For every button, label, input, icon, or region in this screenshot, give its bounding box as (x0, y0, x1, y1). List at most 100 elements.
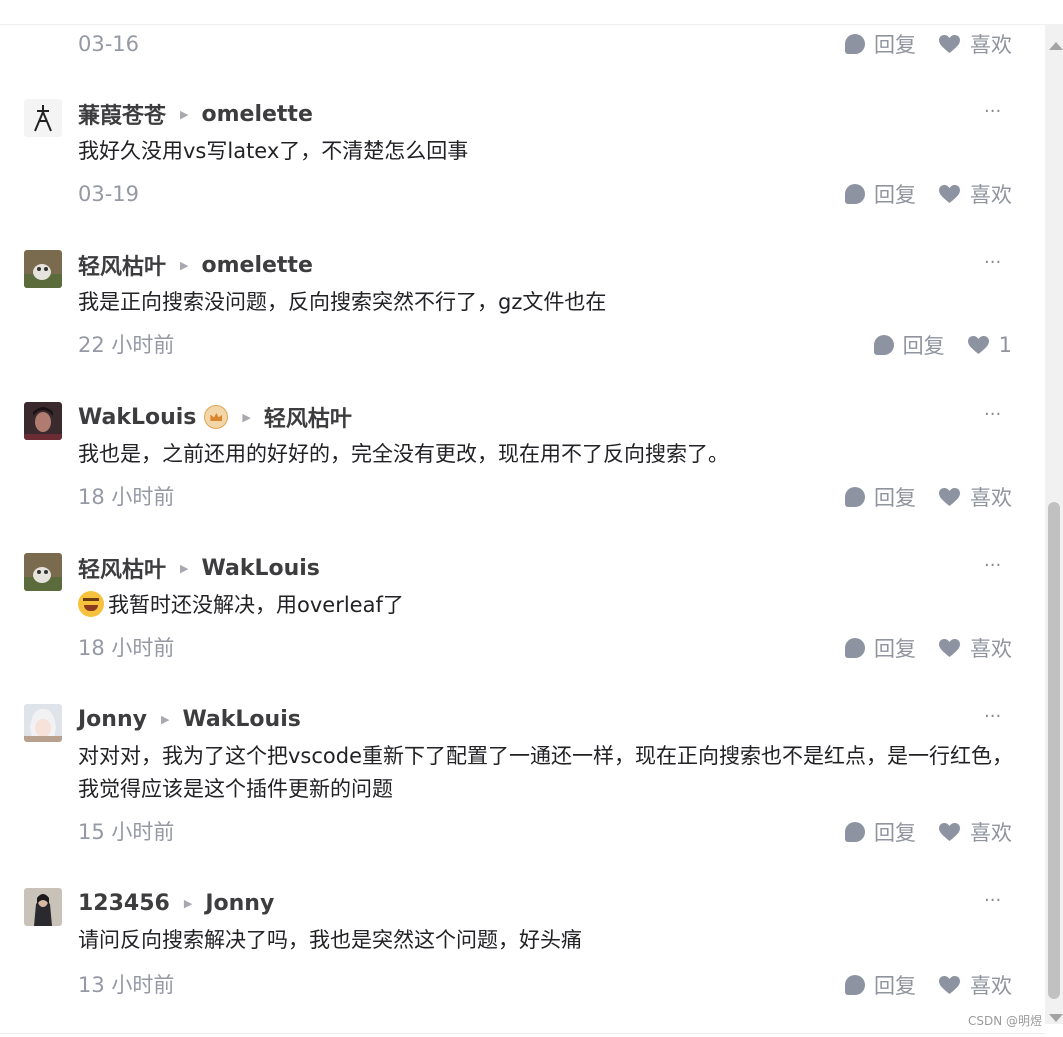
avatar[interactable] (24, 553, 62, 591)
like-button[interactable]: 1 (967, 333, 1012, 357)
reply-button[interactable]: 回复 (845, 633, 916, 663)
comment-bubble-icon (845, 822, 865, 842)
comment-time: 18 小时前 (78, 636, 175, 660)
comment-time: 18 小时前 (78, 485, 175, 509)
comment-time: 13 小时前 (78, 973, 175, 997)
avatar[interactable] (24, 250, 62, 288)
like-button[interactable]: 喜欢 (938, 633, 1012, 663)
reply-label: 回复 (874, 974, 916, 998)
avatar[interactable] (24, 704, 62, 742)
like-label: 喜欢 (970, 974, 1012, 998)
heart-icon (939, 638, 960, 658)
reply-button[interactable]: 回复 (845, 29, 916, 59)
like-label: 喜欢 (970, 486, 1012, 510)
reply-to-name[interactable]: Jonny (205, 891, 274, 916)
comment-bubble-icon (845, 34, 865, 54)
comment-header: 蒹葭苍苍 ▶ omelette (78, 98, 313, 130)
comment-text: 我好久没用vs写latex了，不清楚怎么回事 (78, 139, 469, 163)
reply-label: 回复 (874, 486, 916, 510)
reply-to-name[interactable]: 轻风枯叶 (264, 401, 352, 433)
reply-label: 回复 (874, 183, 916, 207)
reply-arrow-icon: ▶ (180, 258, 189, 272)
reply-to-name[interactable]: omelette (201, 253, 312, 278)
laughing-crying-emoji-icon (78, 591, 104, 617)
more-options-button[interactable]: ··· (984, 252, 1001, 273)
comment-time: 03-16 (78, 32, 140, 56)
scroll-down-arrow-icon[interactable] (1049, 1014, 1063, 1022)
author-name[interactable]: 轻风枯叶 (78, 552, 166, 584)
comment-text-body: 我暂时还没解决，用overleaf了 (108, 593, 404, 617)
reply-button[interactable]: 回复 (845, 179, 916, 209)
author-name[interactable]: 蒹葭苍苍 (78, 98, 166, 130)
comment-text: 我暂时还没解决，用overleaf了 (78, 589, 1018, 622)
comment-meta: 03-19 回复 喜欢 (0, 180, 1045, 208)
comment-text: 对对对，我为了这个把vscode重新下了配置了一通还一样，现在正向搜索也不是红点… (78, 744, 1014, 801)
csdn-watermark: CSDN @明煜 (968, 1014, 1043, 1028)
author-name[interactable]: 轻风枯叶 (78, 249, 166, 281)
comment-bubble-icon (845, 487, 865, 507)
comment-meta: 13 小时前 回复 喜欢 (0, 971, 1045, 999)
heart-icon (967, 335, 989, 355)
vip-badge-icon (204, 405, 229, 429)
reply-to-name[interactable]: omelette (201, 102, 312, 127)
heart-icon (939, 34, 960, 54)
reply-arrow-icon: ▶ (180, 107, 189, 121)
more-options-button[interactable]: ··· (984, 890, 1001, 911)
comment-bubble-icon (845, 184, 865, 204)
author-name[interactable]: WakLouis (78, 405, 196, 430)
reply-label: 回复 (874, 637, 916, 661)
comment-header: 轻风枯叶 ▶ omelette (78, 249, 313, 281)
more-options-button[interactable]: ··· (984, 101, 1001, 122)
like-label: 喜欢 (970, 183, 1012, 207)
comment-text: 我是正向搜索没问题，反向搜索突然不行了，gz文件也在 (78, 290, 607, 314)
reply-arrow-icon: ▶ (180, 561, 189, 575)
reply-button[interactable]: 回复 (845, 817, 916, 847)
author-name[interactable]: Jonny (78, 707, 147, 732)
comment-text: 请问反向搜索解决了吗，我也是突然这个问题，好头痛 (78, 928, 582, 952)
comment-text: 我也是，之前还用的好好的，完全没有更改，现在用不了反向搜索了。 (78, 442, 729, 466)
reply-button[interactable]: 回复 (845, 970, 916, 1000)
comment-header: Jonny ▶ WakLouis (78, 704, 301, 734)
comment-bubble-icon (845, 975, 865, 995)
author-name[interactable]: 123456 (78, 891, 170, 916)
reply-button[interactable]: 回复 (845, 482, 916, 512)
reply-to-name[interactable]: WakLouis (182, 707, 300, 732)
comment-time: 03-19 (78, 182, 140, 206)
comment-header: WakLouis ▶ 轻风枯叶 (78, 401, 352, 433)
more-options-button[interactable]: ··· (984, 404, 1001, 425)
like-button[interactable]: 喜欢 (938, 179, 1012, 209)
comment-time: 22 小时前 (78, 333, 175, 357)
reply-arrow-icon: ▶ (183, 896, 193, 910)
avatar[interactable] (24, 402, 62, 440)
reply-arrow-icon: ▶ (242, 410, 251, 424)
previous-comment-meta: 03-16 回复 喜欢 (0, 29, 1045, 59)
comment-header: 123456 ▶ Jonny (78, 888, 274, 918)
comment-time: 15 小时前 (78, 820, 175, 844)
reply-button[interactable]: 回复 (873, 330, 945, 360)
comment-feed: 03-16 回复 喜欢 蒹葭苍苍 ▶ omelette ··· 我好久没用vs写… (0, 0, 1045, 1037)
avatar[interactable] (24, 888, 62, 926)
like-count: 1 (998, 333, 1012, 357)
comment-meta: 18 小时前 回复 喜欢 (0, 634, 1045, 662)
reply-label: 回复 (874, 821, 916, 845)
reply-to-name[interactable]: WakLouis (201, 556, 319, 581)
comment-bubble-icon (873, 335, 894, 355)
comment-meta: 18 小时前 回复 喜欢 (0, 483, 1045, 511)
like-button[interactable]: 喜欢 (938, 970, 1012, 1000)
more-options-button[interactable]: ··· (984, 706, 1001, 727)
like-label: 喜欢 (970, 821, 1012, 845)
comment-meta: 22 小时前 回复 1 (0, 331, 1045, 359)
like-button[interactable]: 喜欢 (938, 817, 1012, 847)
like-button[interactable]: 喜欢 (938, 482, 1012, 512)
reply-label: 回复 (874, 33, 916, 57)
like-label: 喜欢 (970, 33, 1012, 57)
like-button[interactable]: 喜欢 (938, 29, 1012, 59)
comment-bubble-icon (845, 638, 865, 658)
avatar[interactable] (24, 99, 62, 137)
reply-label: 回复 (902, 334, 945, 358)
scroll-up-arrow-icon[interactable] (1049, 42, 1063, 50)
more-options-button[interactable]: ··· (984, 555, 1001, 576)
scrollbar-thumb[interactable] (1048, 502, 1060, 999)
like-label: 喜欢 (970, 637, 1012, 661)
heart-icon (939, 184, 960, 204)
